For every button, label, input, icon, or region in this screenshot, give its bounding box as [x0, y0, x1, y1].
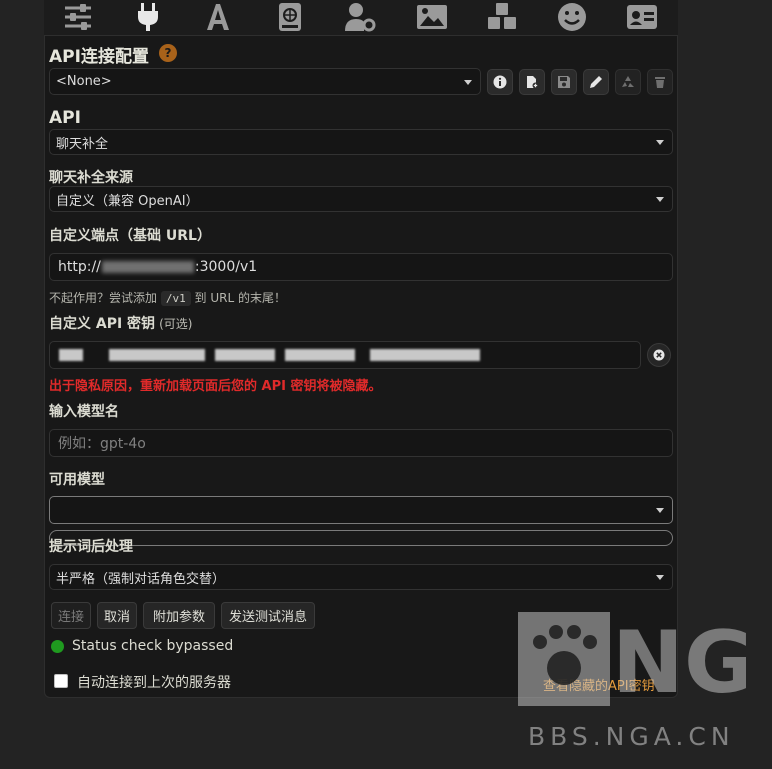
send-test-message-button[interactable]: 发送测试消息	[221, 602, 315, 629]
help-icon[interactable]: ?	[159, 44, 177, 62]
prompt-post-processing-value: 半严格（强制对话角色交替）	[56, 571, 226, 587]
chat-source-value: 自定义（兼容 OpenAI）	[56, 193, 199, 209]
nga-watermark-logo: NGA	[518, 612, 746, 706]
available-models-label: 可用模型	[49, 472, 105, 488]
connect-button[interactable]: 连接	[51, 602, 91, 629]
custom-endpoint-label: 自定义端点（基础 URL）	[49, 228, 211, 244]
new-profile-button[interactable]	[519, 69, 545, 95]
redacted-key-part	[59, 349, 83, 361]
delete-profile-button[interactable]	[647, 69, 673, 95]
chevron-down-icon	[656, 197, 664, 202]
image-icon[interactable]	[414, 0, 450, 34]
auto-connect-checkbox[interactable]	[54, 674, 68, 688]
sliders-icon[interactable]	[60, 0, 96, 34]
api-key-label-text: 自定义 API 密钥	[49, 316, 156, 332]
endpoint-hint-after: 到 URL 的末尾！	[194, 291, 286, 305]
chat-source-select[interactable]: 自定义（兼容 OpenAI）	[49, 186, 673, 212]
privacy-warning: 出于隐私原因，重新加载页面后您的 API 密钥将被隐藏。	[49, 379, 382, 394]
smile-icon[interactable]	[554, 0, 590, 34]
chevron-down-icon	[464, 79, 472, 85]
api-value: 聊天补全	[56, 136, 109, 152]
recycle-icon	[622, 76, 634, 87]
svg-text:NGA: NGA	[612, 613, 746, 706]
prompt-post-processing-select[interactable]: 半严格（强制对话角色交替）	[49, 564, 673, 590]
connection-profile-value: <None>	[56, 74, 112, 89]
chat-source-label: 聊天补全来源	[49, 170, 133, 186]
model-filter-bar[interactable]	[49, 530, 673, 546]
save-profile-button[interactable]	[551, 69, 577, 95]
extra-params-button[interactable]: 附加参数	[143, 602, 215, 629]
redacted-key-part	[285, 349, 355, 361]
chevron-down-icon	[656, 575, 664, 580]
trash-icon	[655, 77, 665, 88]
redacted-key-part	[370, 349, 480, 361]
model-name-label: 输入模型名	[49, 404, 119, 420]
status-text: Status check bypassed	[72, 638, 234, 654]
api-label: API	[49, 108, 81, 128]
auto-connect-label: 自动连接到上次的服务器	[77, 675, 231, 691]
cubes-icon[interactable]	[484, 0, 520, 34]
pencil-icon	[590, 76, 602, 88]
chevron-down-icon	[656, 140, 664, 145]
endpoint-hint: 不起作用？尝试添加 /v1 到 URL 的末尾！	[49, 289, 286, 306]
id-card-icon[interactable]	[624, 0, 660, 34]
reload-profile-button[interactable]	[615, 69, 641, 95]
rename-profile-button[interactable]	[583, 69, 609, 95]
book-globe-icon[interactable]	[272, 0, 308, 34]
plug-icon[interactable]	[130, 0, 166, 34]
model-name-input[interactable]: 例如：gpt-4o	[49, 429, 673, 457]
api-key-label: 自定义 API 密钥 (可选)	[49, 313, 192, 333]
endpoint-hint-code: /v1	[160, 291, 191, 306]
top-nav-bar	[44, 0, 678, 36]
api-connections-panel: API连接配置 ? <None> API 聊天补全 聊天补全来源 自定义（兼容 …	[44, 36, 678, 698]
cancel-button[interactable]: 取消	[97, 602, 137, 629]
file-plus-icon	[527, 76, 539, 89]
available-models-select[interactable]	[49, 496, 673, 524]
endpoint-hint-before: 不起作用？尝试添加	[49, 291, 158, 305]
redacted-key-part	[109, 349, 205, 361]
clear-api-key-button[interactable]	[647, 343, 671, 367]
redacted-host	[101, 261, 194, 273]
close-circle-icon	[653, 349, 665, 361]
watermark-domain: BBS.NGA.CN	[528, 722, 735, 751]
chevron-down-icon	[656, 508, 664, 513]
optional-tag: (可选)	[159, 317, 193, 331]
status-indicator	[51, 640, 64, 653]
endpoint-value-start: http://	[58, 259, 101, 275]
user-gear-icon[interactable]	[342, 0, 378, 34]
endpoint-value-end: :3000/v1	[194, 259, 258, 275]
font-icon[interactable]	[200, 0, 236, 34]
floppy-disk-icon	[558, 76, 570, 88]
prompt-post-processing-label: 提示词后处理	[49, 539, 133, 555]
info-button[interactable]	[487, 69, 513, 95]
info-icon	[493, 75, 507, 89]
custom-endpoint-input[interactable]: http:// :3000/v1	[49, 253, 673, 281]
section-title: API连接配置	[49, 47, 149, 67]
redacted-key-part	[215, 349, 275, 361]
api-select[interactable]: 聊天补全	[49, 129, 673, 155]
connection-profile-select[interactable]: <None>	[49, 68, 481, 95]
